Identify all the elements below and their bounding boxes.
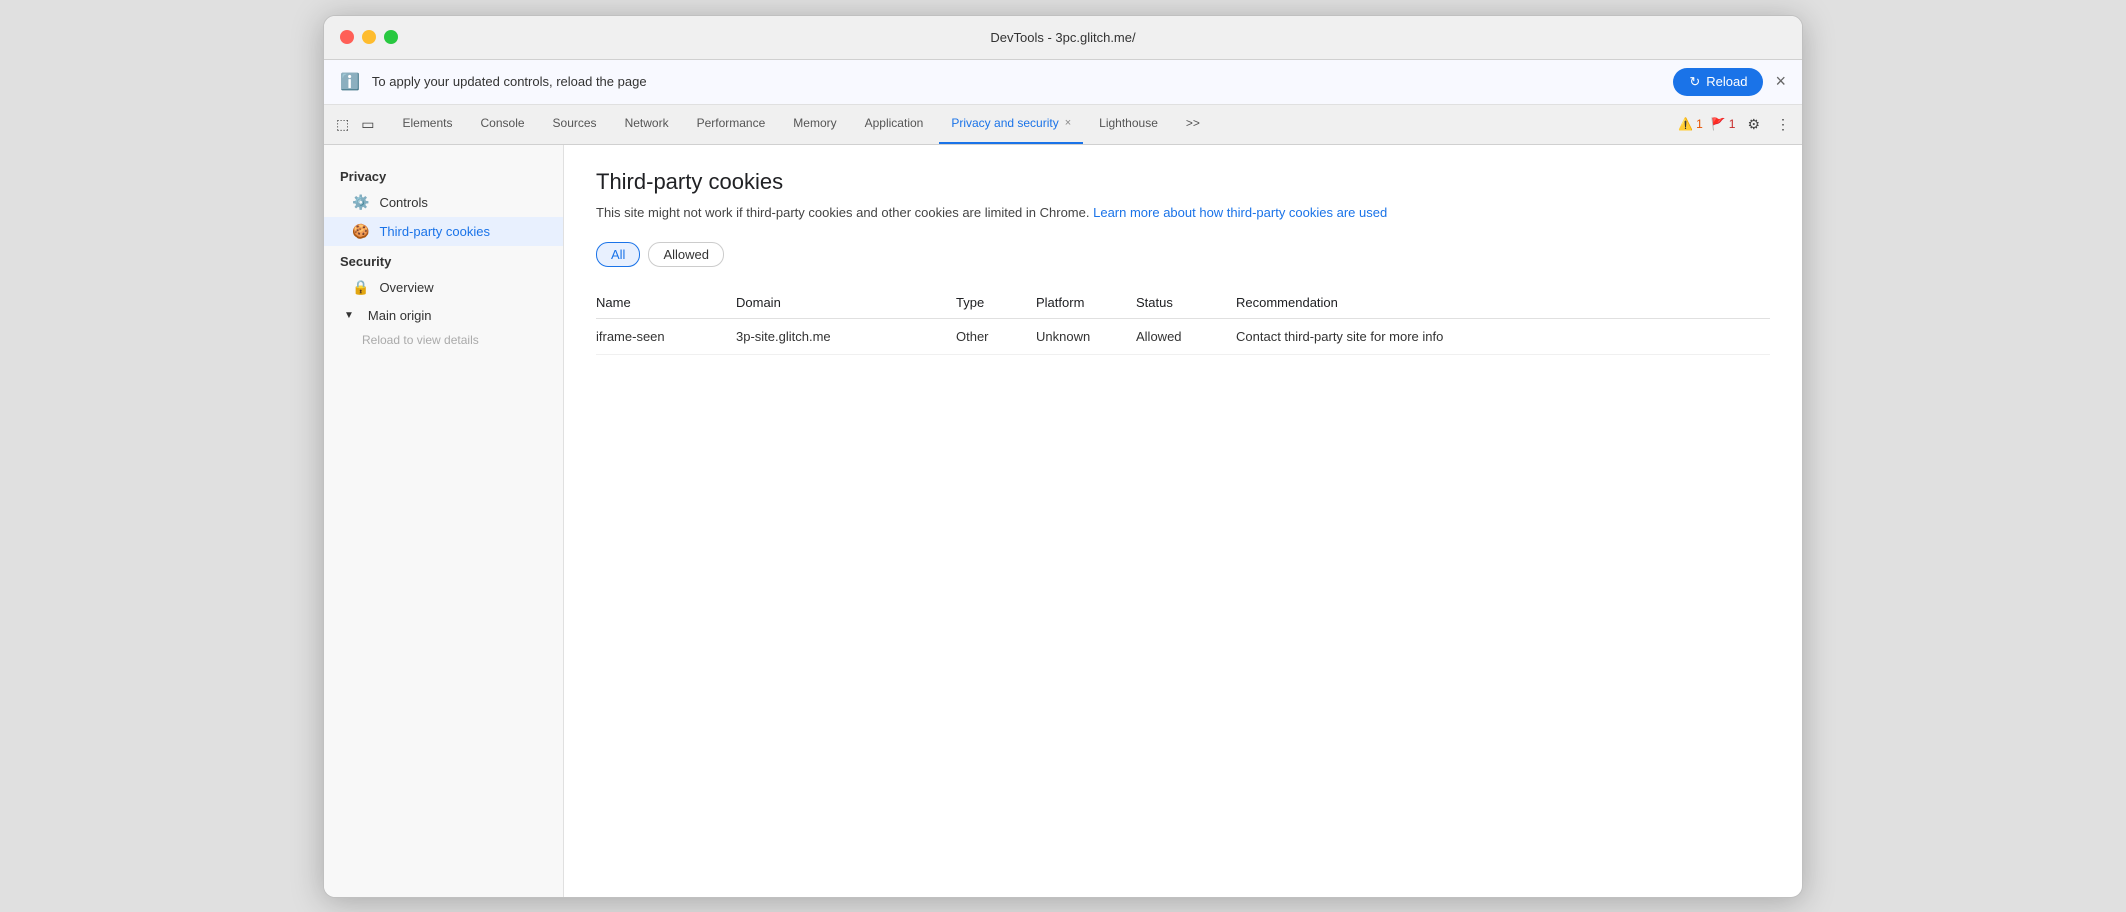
reload-button[interactable]: ↻ Reload (1673, 68, 1763, 96)
cell-type: Other (956, 319, 1036, 355)
toolbar: ⬚ ▭ Elements Console Sources Network Per… (324, 105, 1802, 145)
sidebar-section-privacy: Privacy (324, 161, 563, 188)
settings-icon[interactable]: ⚙ (1743, 112, 1764, 137)
page-title: Third-party cookies (596, 169, 1770, 195)
content-area: Third-party cookies This site might not … (564, 145, 1802, 897)
sidebar-item-overview[interactable]: 🔒 Overview (324, 273, 563, 302)
sidebar-section-security: Security (324, 246, 563, 273)
cell-name: iframe-seen (596, 319, 736, 355)
col-header-domain: Domain (736, 287, 956, 319)
tab-network[interactable]: Network (613, 104, 681, 144)
select-element-icon[interactable]: ⬚ (332, 112, 353, 137)
tab-elements[interactable]: Elements (390, 104, 464, 144)
sidebar-label-controls: Controls (379, 195, 427, 210)
chevron-down-icon: ▼ (344, 310, 354, 321)
info-icon: ℹ️ (340, 72, 360, 92)
tab-performance[interactable]: Performance (685, 104, 778, 144)
notification-close-button[interactable]: × (1775, 71, 1786, 92)
sidebar-item-reload-detail: Reload to view details (324, 329, 563, 351)
cookies-table: Name Domain Type Platform Status Recomme… (596, 287, 1770, 355)
sidebar-label-overview: Overview (379, 280, 433, 295)
reload-icon: ↻ (1689, 74, 1700, 90)
flag-badge[interactable]: 🚩 1 (1711, 117, 1736, 131)
tab-console[interactable]: Console (469, 104, 537, 144)
filter-tab-allowed[interactable]: Allowed (648, 242, 724, 267)
titlebar: DevTools - 3pc.glitch.me/ (324, 16, 1802, 60)
tab-memory[interactable]: Memory (781, 104, 848, 144)
cell-status: Allowed (1136, 319, 1236, 355)
gear-icon: ⚙️ (352, 194, 369, 211)
flag-icon: 🚩 (1711, 117, 1726, 131)
tab-application[interactable]: Application (853, 104, 936, 144)
lock-icon: 🔒 (352, 279, 369, 296)
notification-bar: ℹ️ To apply your updated controls, reloa… (324, 60, 1802, 105)
sidebar-item-third-party-cookies[interactable]: 🍪 Third-party cookies (324, 217, 563, 246)
tab-lighthouse[interactable]: Lighthouse (1087, 104, 1170, 144)
more-options-icon[interactable]: ⋮ (1772, 112, 1794, 137)
tab-privacy[interactable]: Privacy and security × (939, 104, 1083, 144)
cookie-icon: 🍪 (352, 223, 369, 240)
table-row[interactable]: iframe-seen 3p-site.glitch.me Other Unkn… (596, 319, 1770, 355)
col-header-name: Name (596, 287, 736, 319)
col-header-type: Type (956, 287, 1036, 319)
minimize-button[interactable] (362, 30, 376, 44)
sidebar-label-main-origin: Main origin (368, 308, 432, 323)
reload-label: Reload (1706, 74, 1747, 89)
learn-more-link[interactable]: Learn more about how third-party cookies… (1093, 205, 1387, 220)
sidebar-item-main-origin[interactable]: ▼ Main origin (324, 302, 563, 329)
warning-icon: ⚠️ (1678, 117, 1693, 131)
filter-tabs: All Allowed (596, 242, 1770, 267)
maximize-button[interactable] (384, 30, 398, 44)
col-header-recommendation: Recommendation (1236, 287, 1770, 319)
toolbar-right: ⚠️ 1 🚩 1 ⚙ ⋮ (1678, 112, 1794, 137)
sidebar-label-third-party: Third-party cookies (379, 224, 490, 239)
filter-tab-all[interactable]: All (596, 242, 640, 267)
sidebar: Privacy ⚙️ Controls 🍪 Third-party cookie… (324, 145, 564, 897)
traffic-lights (340, 30, 398, 44)
page-description: This site might not work if third-party … (596, 203, 1770, 223)
flag-count: 1 (1729, 117, 1736, 131)
tab-sources[interactable]: Sources (541, 104, 609, 144)
toolbar-icons: ⬚ ▭ (332, 112, 378, 137)
main-content: Privacy ⚙️ Controls 🍪 Third-party cookie… (324, 145, 1802, 897)
device-mode-icon[interactable]: ▭ (357, 112, 378, 137)
sidebar-item-controls[interactable]: ⚙️ Controls (324, 188, 563, 217)
cell-domain: 3p-site.glitch.me (736, 319, 956, 355)
col-header-status: Status (1136, 287, 1236, 319)
cell-platform: Unknown (1036, 319, 1136, 355)
close-button[interactable] (340, 30, 354, 44)
window-title: DevTools - 3pc.glitch.me/ (990, 30, 1135, 45)
table-header-row: Name Domain Type Platform Status Recomme… (596, 287, 1770, 319)
notification-text: To apply your updated controls, reload t… (372, 74, 1661, 89)
col-header-platform: Platform (1036, 287, 1136, 319)
warning-badge[interactable]: ⚠️ 1 (1678, 117, 1703, 131)
cell-recommendation: Contact third-party site for more info (1236, 319, 1770, 355)
devtools-window: DevTools - 3pc.glitch.me/ ℹ️ To apply yo… (323, 15, 1803, 898)
tab-more[interactable]: >> (1174, 104, 1212, 144)
warning-count: 1 (1696, 117, 1703, 131)
tab-close-icon[interactable]: × (1065, 117, 1071, 129)
